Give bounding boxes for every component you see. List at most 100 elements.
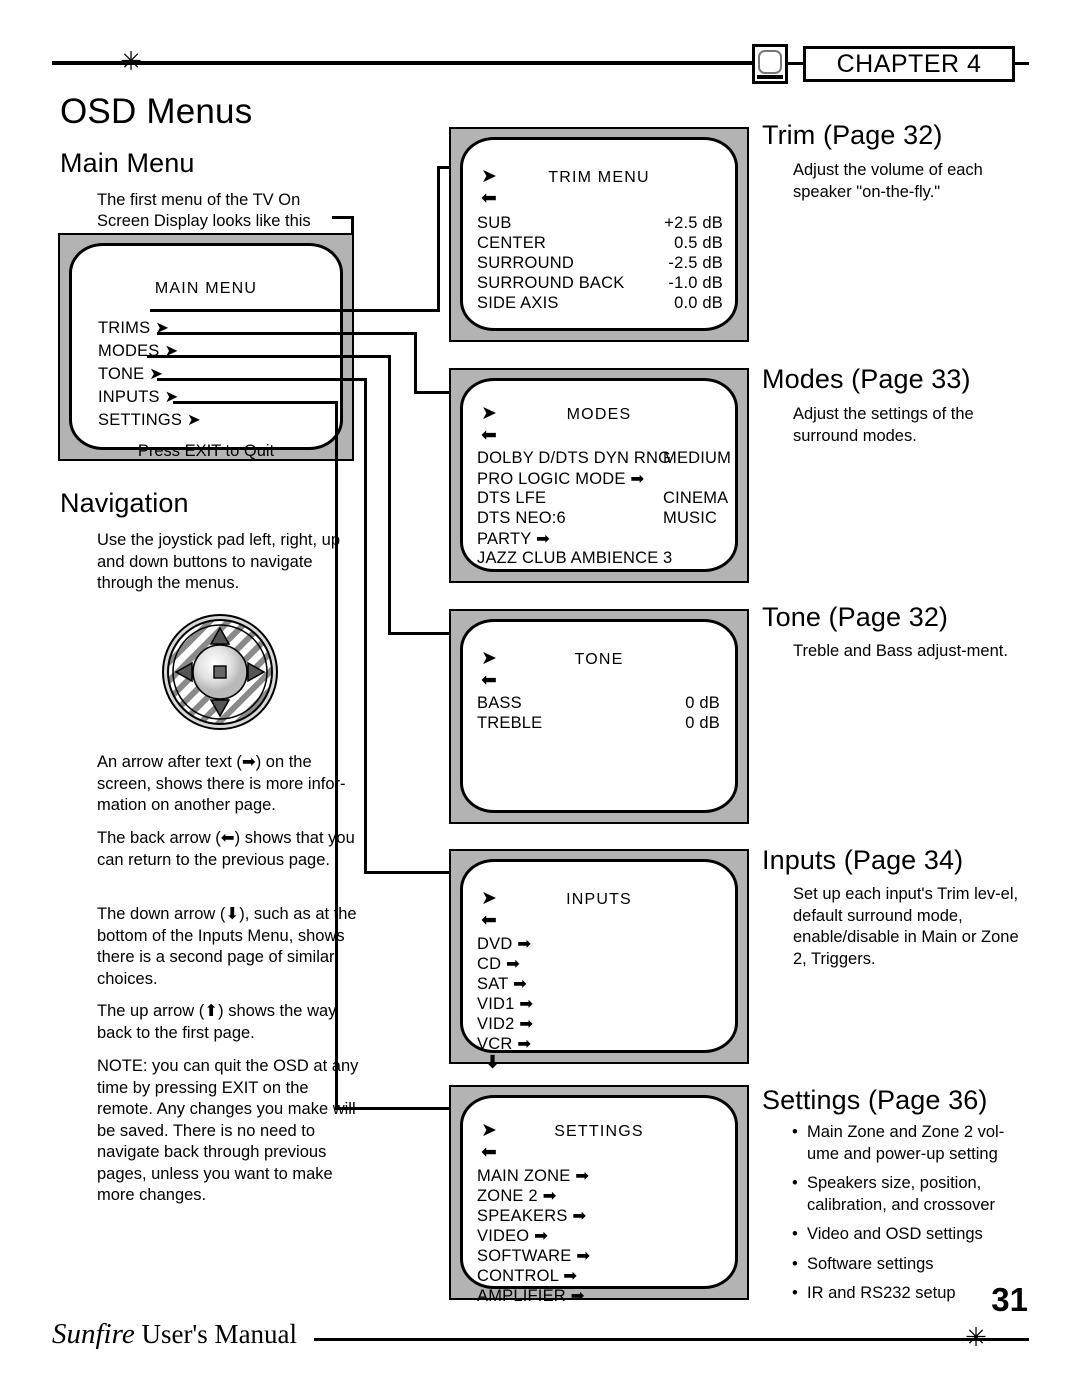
settings-bullet-item: Video and OSD settings bbox=[790, 1224, 1030, 1246]
trim-row-label[interactable]: SURROUND bbox=[477, 254, 574, 273]
settings-bullet-item: Speakers size, position, calibration, an… bbox=[790, 1173, 1030, 1216]
back-arrow-icon[interactable]: ⬅ bbox=[481, 426, 497, 445]
tone-section-body: Treble and Bass adjust-ment. bbox=[793, 642, 1008, 660]
main-menu-caption-line1: The first menu of the TV On bbox=[97, 191, 301, 209]
modes-row-label[interactable]: PRO LOGIC MODE ➡ bbox=[477, 469, 644, 489]
tv-screen-inputs: INPUTS ➤ ⬅ DVD ➡ CD ➡ SAT ➡ VID1 ➡ VID2 … bbox=[449, 849, 749, 1072]
inputs-row-label[interactable]: DVD ➡ bbox=[477, 934, 531, 954]
inputs-row-label[interactable]: VID2 ➡ bbox=[477, 1014, 533, 1034]
settings-row-label[interactable]: VIDEO ➡ bbox=[477, 1226, 548, 1246]
navigation-intro-text: Use the joystick pad left, right, up and… bbox=[97, 531, 341, 592]
modes-row-label[interactable]: DTS LFE bbox=[477, 489, 546, 508]
chapter-connector bbox=[788, 62, 804, 65]
paragraph-back-arrow: The back arrow (⬅) shows that you can re… bbox=[97, 829, 355, 869]
back-arrow-icon[interactable]: ⬅ bbox=[481, 671, 497, 690]
trim-section-heading: Trim (Page 32) bbox=[762, 120, 943, 150]
settings-row-label[interactable]: CONTROL ➡ bbox=[477, 1266, 577, 1286]
main-item-trims[interactable]: TRIMS ➤ bbox=[98, 318, 169, 338]
screen-surface-modes: MODES ➤ ⬅ DOLBY D/DTS DYN RNG MEDIUM PRO … bbox=[460, 378, 738, 572]
inputs-row-label[interactable]: VCR ➡ bbox=[477, 1034, 531, 1054]
enter-arrow-icon: ➤ bbox=[481, 888, 497, 909]
tone-row-label[interactable]: BASS bbox=[477, 694, 522, 713]
joystick-pad-illustration bbox=[160, 612, 280, 732]
trim-row-value: 0.0 dB bbox=[674, 294, 723, 312]
trim-section-body: Adjust the volume of each speaker "on-th… bbox=[793, 161, 983, 201]
tone-row-label[interactable]: TREBLE bbox=[477, 714, 542, 733]
back-arrow-icon[interactable]: ⬅ bbox=[481, 911, 497, 930]
main-item-modes[interactable]: MODES ➤ bbox=[98, 341, 178, 361]
screen-title-main: MAIN MENU bbox=[154, 280, 258, 297]
modes-row-label[interactable]: DTS NEO:6 bbox=[477, 509, 566, 528]
main-item-settings[interactable]: SETTINGS ➤ bbox=[98, 410, 201, 430]
settings-bullet-item: Software settings bbox=[790, 1254, 1030, 1276]
modes-row-label[interactable]: DOLBY D/DTS DYN RNG bbox=[477, 449, 671, 468]
screen-footer-main: Press EXIT to Quit bbox=[137, 442, 275, 460]
modes-section-heading: Modes (Page 33) bbox=[762, 364, 971, 394]
page-title: OSD Menus bbox=[60, 92, 253, 131]
modes-row-value: CINEMA bbox=[663, 489, 729, 507]
screen-title-settings: SETTINGS bbox=[554, 1123, 644, 1140]
settings-row-label[interactable]: AMPLIFIER ➡ bbox=[477, 1286, 585, 1306]
back-arrow-icon[interactable]: ⬅ bbox=[481, 1143, 497, 1162]
chapter-tail bbox=[1015, 62, 1029, 65]
modes-row-value: 3 bbox=[663, 549, 673, 567]
modes-row-label[interactable]: PARTY ➡ bbox=[477, 529, 550, 549]
trim-row-value: -2.5 dB bbox=[668, 254, 723, 272]
connector-tone-v bbox=[388, 355, 391, 635]
main-item-tone[interactable]: TONE ➤ bbox=[98, 364, 163, 384]
footer-brand: Sunfire User's Manual bbox=[52, 1318, 297, 1351]
settings-section-heading: Settings (Page 36) bbox=[762, 1085, 988, 1115]
connector-tone-h1 bbox=[147, 355, 391, 358]
enter-arrow-icon: ➤ bbox=[481, 648, 497, 669]
tv-screen-trim: TRIM MENU ➤ ⬅ SUB +2.5 dB CENTER 0.5 dB SU… bbox=[449, 127, 749, 342]
trim-row-label[interactable]: SIDE AXIS bbox=[477, 294, 559, 313]
modes-row-value: MUSIC bbox=[663, 509, 718, 527]
connector-trims-v bbox=[437, 166, 440, 312]
screen-surface-trim: TRIM MENU ➤ ⬅ SUB +2.5 dB CENTER 0.5 dB SU… bbox=[460, 137, 738, 331]
settings-row-label[interactable]: SOFTWARE ➡ bbox=[477, 1246, 590, 1266]
forward-arrow-icon: ➤ bbox=[186, 411, 201, 429]
screen-title-tone: TONE bbox=[574, 651, 624, 668]
main-menu-caption-line2: Screen Display looks like this bbox=[97, 212, 311, 230]
trim-row-value: 0.5 dB bbox=[674, 234, 723, 252]
inputs-row-label[interactable]: VID1 ➡ bbox=[477, 994, 533, 1014]
inputs-row-label[interactable]: SAT ➡ bbox=[477, 974, 527, 994]
connector-inputs-v bbox=[364, 378, 367, 874]
chapter-tv-icon bbox=[752, 44, 788, 84]
paragraph-down-arrow: The down arrow (⬇), such as at the botto… bbox=[97, 905, 357, 988]
enter-arrow-icon: ➤ bbox=[481, 166, 497, 187]
trim-row-label[interactable]: SURROUND BACK bbox=[477, 274, 624, 293]
main-menu-heading: Main Menu bbox=[60, 148, 195, 178]
settings-row-label[interactable]: ZONE 2 ➡ bbox=[477, 1186, 557, 1206]
chapter-badge: CHAPTER 4 bbox=[803, 46, 1015, 82]
page-root: ✳ CHAPTER 4 OSD Menus Main Menu The firs… bbox=[0, 0, 1080, 1397]
trim-row-label[interactable]: SUB bbox=[477, 214, 512, 233]
tone-row-value: 0 dB bbox=[685, 714, 720, 732]
navigation-heading: Navigation bbox=[60, 488, 189, 518]
footer-star-icon: ✳ bbox=[965, 1322, 987, 1352]
page-number: 31 bbox=[991, 1281, 1028, 1318]
screen-surface-main: MAIN MENU TRIMS ➤ MODES ➤ TONE ➤ INPUTS … bbox=[69, 243, 343, 460]
settings-bullet-item: Main Zone and Zone 2 vol-ume and power-u… bbox=[790, 1122, 1030, 1165]
down-arrow-icon[interactable]: ⬇ bbox=[485, 1052, 500, 1073]
inputs-row-label[interactable]: CD ➡ bbox=[477, 954, 520, 974]
trim-row-value: +2.5 dB bbox=[664, 214, 723, 232]
trim-row-value: -1.0 dB bbox=[668, 274, 723, 292]
connector-settings-v bbox=[335, 401, 338, 1110]
back-arrow-icon[interactable]: ⬅ bbox=[481, 189, 497, 208]
main-item-inputs[interactable]: INPUTS ➤ bbox=[98, 387, 179, 407]
screen-surface-tone: TONE ➤ ⬅ BASS 0 dB TREBLE 0 dB bbox=[460, 619, 738, 813]
connector-inputs-h1 bbox=[157, 378, 367, 381]
settings-row-label[interactable]: MAIN ZONE ➡ bbox=[477, 1166, 589, 1186]
screen-title-inputs: INPUTS bbox=[566, 891, 632, 908]
tv-screen-settings: SETTINGS ➤ ⬅ MAIN ZONE ➡ ZONE 2 ➡ SPEAKE… bbox=[449, 1085, 749, 1305]
paragraph-forward-arrow: An arrow after text (➡) on the screen, s… bbox=[97, 753, 346, 814]
tv-screen-modes: MODES ➤ ⬅ DOLBY D/DTS DYN RNG MEDIUM PRO … bbox=[449, 368, 749, 583]
paragraph-note: NOTE: you can quit the OSD at any time b… bbox=[97, 1057, 359, 1204]
trim-row-label[interactable]: CENTER bbox=[477, 234, 546, 253]
modes-row-label[interactable]: JAZZ CLUB AMBIENCE bbox=[477, 549, 658, 568]
settings-row-label[interactable]: SPEAKERS ➡ bbox=[477, 1206, 586, 1226]
inputs-section-heading: Inputs (Page 34) bbox=[762, 845, 964, 875]
connector-modes-h1 bbox=[157, 332, 417, 335]
screen-surface-inputs: INPUTS ➤ ⬅ DVD ➡ CD ➡ SAT ➡ VID1 ➡ VID2 … bbox=[460, 859, 738, 1072]
